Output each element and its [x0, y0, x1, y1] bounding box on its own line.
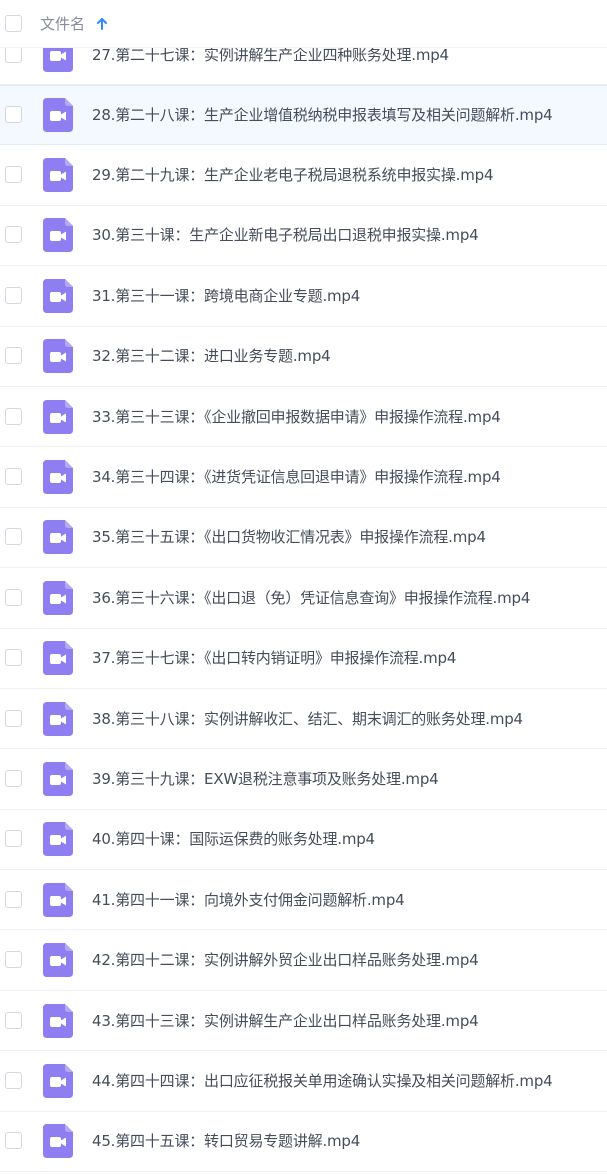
- file-checkbox[interactable]: [5, 45, 22, 63]
- file-name[interactable]: 41.第四十一课：向境外支付佣金问题解析.mp4: [92, 890, 405, 910]
- file-name[interactable]: 42.第四十二课：实例讲解外贸企业出口样品账务处理.mp4: [92, 950, 479, 970]
- file-checkbox[interactable]: [5, 286, 22, 304]
- file-row[interactable]: 44.第四十四课：出口应征税报关单用途确认实操及相关问题解析.mp4: [0, 1051, 607, 1112]
- file-row[interactable]: 41.第四十一课：向境外支付佣金问题解析.mp4: [0, 870, 607, 931]
- file-row[interactable]: 37.第三十七课：《出口转内销证明》申报操作流程.mp4: [0, 629, 607, 689]
- file-checkbox[interactable]: [5, 468, 22, 486]
- file-name[interactable]: 28.第二十八课：生产企业增值税纳税申报表填写及相关问题解析.mp4: [92, 105, 553, 125]
- file-name[interactable]: 44.第四十四课：出口应征税报关单用途确认实操及相关问题解析.mp4: [92, 1071, 553, 1091]
- file-row[interactable]: 45.第四十五课：转口贸易专题讲解.mp4: [0, 1112, 607, 1173]
- file-name[interactable]: 36.第三十六课：《出口退（免）凭证信息查询》申报操作流程.mp4: [92, 588, 530, 608]
- video-file-icon: [43, 641, 73, 676]
- video-file-icon: [43, 460, 73, 495]
- file-row[interactable]: 32.第三十二课：进口业务专题.mp4: [0, 327, 607, 387]
- file-checkbox[interactable]: [5, 830, 22, 848]
- file-name[interactable]: 43.第四十三课：实例讲解生产企业出口样品账务处理.mp4: [92, 1011, 479, 1031]
- file-checkbox[interactable]: [5, 528, 22, 546]
- select-all-checkbox[interactable]: [5, 15, 22, 32]
- file-row[interactable]: 35.第三十五课：《出口货物收汇情况表》申报操作流程.mp4: [0, 508, 607, 569]
- file-checkbox[interactable]: [5, 588, 22, 606]
- file-row[interactable]: 38.第三十八课：实例讲解收汇、结汇、期末调汇的账务处理.mp4: [0, 689, 607, 750]
- file-row[interactable]: 29.第二十九课：生产企业老电子税局退税系统申报实操.mp4: [0, 145, 607, 206]
- file-checkbox[interactable]: [5, 166, 22, 184]
- file-checkbox[interactable]: [5, 649, 22, 667]
- video-file-icon: [43, 1003, 73, 1038]
- file-name[interactable]: 39.第三十九课：EXW退税注意事项及账务处理.mp4: [92, 769, 439, 789]
- video-file-icon: [43, 943, 73, 978]
- file-name[interactable]: 30.第三十课：生产企业新电子税局出口退税申报实操.mp4: [92, 225, 479, 245]
- file-name[interactable]: 31.第三十一课：跨境电商企业专题.mp4: [92, 286, 360, 306]
- video-file-icon: [43, 339, 73, 374]
- file-checkbox[interactable]: [5, 106, 22, 124]
- file-row[interactable]: 31.第三十一课：跨境电商企业专题.mp4: [0, 266, 607, 327]
- file-name[interactable]: 29.第二十九课：生产企业老电子税局退税系统申报实操.mp4: [92, 165, 494, 185]
- file-name[interactable]: 40.第四十课：国际运保费的账务处理.mp4: [92, 829, 375, 849]
- file-name[interactable]: 35.第三十五课：《出口货物收汇情况表》申报操作流程.mp4: [92, 527, 486, 547]
- file-name[interactable]: 37.第三十七课：《出口转内销证明》申报操作流程.mp4: [92, 648, 456, 668]
- file-row[interactable]: 33.第三十三课：《企业撤回申报数据申请》申报操作流程.mp4: [0, 387, 607, 448]
- file-checkbox[interactable]: [5, 407, 22, 425]
- file-name[interactable]: 32.第三十二课：进口业务专题.mp4: [92, 346, 331, 366]
- arrow-up-icon[interactable]: [95, 16, 109, 32]
- video-file-icon: [43, 218, 73, 253]
- file-row[interactable]: 34.第三十四课：《进货凭证信息回退申请》申报操作流程.mp4: [0, 447, 607, 508]
- file-row[interactable]: 43.第四十三课：实例讲解生产企业出口样品账务处理.mp4: [0, 991, 607, 1052]
- file-checkbox[interactable]: [5, 1011, 22, 1029]
- file-checkbox[interactable]: [5, 226, 22, 244]
- filename-column-header[interactable]: 文件名: [40, 14, 85, 34]
- file-checkbox[interactable]: [5, 709, 22, 727]
- video-file-icon: [43, 580, 73, 615]
- video-file-icon: [43, 98, 73, 133]
- file-name[interactable]: 33.第三十三课：《企业撤回申报数据申请》申报操作流程.mp4: [92, 407, 501, 427]
- video-file-icon: [43, 399, 73, 434]
- video-file-icon: [43, 158, 73, 193]
- video-file-icon: [43, 701, 73, 736]
- file-row[interactable]: 36.第三十六课：《出口退（免）凭证信息查询》申报操作流程.mp4: [0, 568, 607, 629]
- file-row[interactable]: 39.第三十九课：EXW退税注意事项及账务处理.mp4: [0, 749, 607, 810]
- file-checkbox[interactable]: [5, 890, 22, 908]
- file-checkbox[interactable]: [5, 769, 22, 787]
- file-list: 27.第二十七课：实例讲解生产企业四种账务处理.mp4 28.第二十八课：生产企业…: [0, 25, 607, 1173]
- file-checkbox[interactable]: [5, 347, 22, 365]
- file-list-header: 文件名: [0, 0, 607, 48]
- file-name[interactable]: 45.第四十五课：转口贸易专题讲解.mp4: [92, 1131, 360, 1151]
- file-row[interactable]: 28.第二十八课：生产企业增值税纳税申报表填写及相关问题解析.mp4: [0, 85, 607, 146]
- video-file-icon: [43, 761, 73, 796]
- video-file-icon: [43, 278, 73, 313]
- video-file-icon: [43, 822, 73, 857]
- file-checkbox[interactable]: [5, 951, 22, 969]
- file-row[interactable]: 30.第三十课：生产企业新电子税局出口退税申报实操.mp4: [0, 206, 607, 267]
- file-name[interactable]: 34.第三十四课：《进货凭证信息回退申请》申报操作流程.mp4: [92, 467, 501, 487]
- video-file-icon: [43, 1063, 73, 1098]
- video-file-icon: [43, 520, 73, 555]
- file-checkbox[interactable]: [5, 1132, 22, 1150]
- file-row[interactable]: 40.第四十课：国际运保费的账务处理.mp4: [0, 810, 607, 871]
- file-row[interactable]: 42.第四十二课：实例讲解外贸企业出口样品账务处理.mp4: [0, 930, 607, 991]
- video-file-icon: [43, 882, 73, 917]
- file-checkbox[interactable]: [5, 1071, 22, 1089]
- video-file-icon: [43, 1124, 73, 1159]
- file-name[interactable]: 38.第三十八课：实例讲解收汇、结汇、期末调汇的账务处理.mp4: [92, 709, 523, 729]
